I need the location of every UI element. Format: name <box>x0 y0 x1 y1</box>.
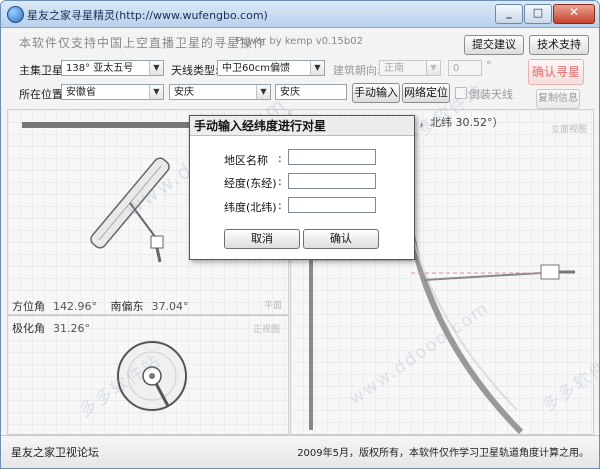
azimuth-readout: 方位角 142.96° 南偏东 37.04° <box>12 298 189 314</box>
southeast-value: 37.04° <box>151 300 189 313</box>
lnb-icon <box>540 264 560 280</box>
province-select-value: 安徽省 <box>66 87 96 98</box>
tech-support-button[interactable]: 技术支持 <box>529 35 589 55</box>
region-name-input[interactable] <box>288 149 376 165</box>
minimize-button[interactable]: _ <box>495 4 523 24</box>
chevron-down-icon: ▼ <box>310 61 324 75</box>
close-icon: ✕ <box>568 5 580 19</box>
dialog-title[interactable]: 手动输入经纬度进行对星 <box>190 116 414 136</box>
confirm-star-button[interactable]: 确认寻星 <box>528 59 584 85</box>
city-select-value: 安庆 <box>174 87 194 98</box>
azimuth-value: 142.96° <box>53 300 97 313</box>
latitude-colon: : <box>278 199 282 212</box>
longitude-input[interactable] <box>288 173 376 189</box>
building-label: 建筑朝向: <box>333 64 381 77</box>
forum-link[interactable]: 星友之家卫视论坛 <box>11 444 99 460</box>
building-select-value: 正南 <box>384 63 404 74</box>
latitude-input[interactable] <box>288 197 376 213</box>
chevron-down-icon: ▼ <box>149 61 163 75</box>
copyright-text: 2009年5月，版权所有，本软件仅作学习卫星轨道角度计算之用。 <box>297 448 589 459</box>
longitude-label: 经度(东经) <box>224 177 277 190</box>
feed-arm <box>423 272 542 281</box>
region-colon: : <box>278 152 282 165</box>
submit-suggestion-button[interactable]: 提交建议 <box>464 35 524 55</box>
antenna-label: 天线类型: <box>171 64 219 77</box>
status-bar: 星友之家卫视论坛 2009年5月，版权所有，本软件仅作学习卫星轨道角度计算之用。 <box>1 435 599 468</box>
location-label: 所在位置: <box>19 88 67 101</box>
province-select[interactable]: 安徽省 ▼ <box>61 84 164 100</box>
minimize-icon: _ <box>506 6 512 19</box>
antenna-select[interactable]: 中卫60cm偏馈 ▼ <box>217 60 325 76</box>
slogan-text: 本软件仅支持中国上空直播卫星的寻星操作 <box>19 36 267 50</box>
antenna-select-value: 中卫60cm偏馈 <box>222 63 290 74</box>
latitude-label: 纬度(北纬) <box>224 201 277 214</box>
chevron-down-icon: ▼ <box>426 61 440 75</box>
ok-button[interactable]: 确认 <box>303 229 379 249</box>
copy-info-button[interactable]: 复制信息 <box>536 89 580 109</box>
building-orientation-select[interactable]: 正南 ▼ <box>379 60 441 76</box>
satellite-label: 主集卫星: <box>19 64 67 77</box>
longitude-colon: : <box>278 175 282 188</box>
plan-view-tag: 平面 <box>263 301 282 311</box>
building-degree-field[interactable]: 0 <box>448 60 482 76</box>
region-name-label: 地区名称 <box>224 154 268 167</box>
place-name-field[interactable]: 安庆 <box>275 84 347 100</box>
maximize-button[interactable]: □ <box>524 4 552 24</box>
degree-unit: ° <box>486 59 492 72</box>
cancel-button[interactable]: 取消 <box>224 229 300 249</box>
version-text: Power by kemp v0.15b02 <box>236 36 363 47</box>
manual-input-button[interactable]: 手动输入 <box>352 83 400 103</box>
window-controls: _ □ ✕ <box>494 4 595 24</box>
southeast-label: 南偏东 <box>110 300 144 313</box>
maximize-icon: □ <box>532 6 544 19</box>
app-window: 星友之家寻星精灵(http://www.wufengbo.com) _ □ ✕ … <box>0 0 600 469</box>
chevron-down-icon: ▼ <box>149 85 163 99</box>
satellite-app-icon <box>7 6 24 23</box>
window-title: 星友之家寻星精灵(http://www.wufengbo.com) <box>27 9 268 22</box>
satellite-select[interactable]: 138° 亚太五号 ▼ <box>61 60 164 76</box>
city-select[interactable]: 安庆 ▼ <box>169 84 271 100</box>
lnb-plan-icon <box>150 235 164 249</box>
close-button[interactable]: ✕ <box>553 4 595 24</box>
lnb-plan-tip <box>155 247 162 263</box>
manual-coordinates-dialog: 手动输入经纬度进行对星 地区名称 : 经度(东经) : 纬度(北纬) : 取消 … <box>189 115 415 260</box>
azimuth-label: 方位角 <box>12 300 45 313</box>
satellite-select-value: 138° 亚太五号 <box>66 63 134 74</box>
title-bar[interactable]: 星友之家寻星精灵(http://www.wufengbo.com) _ □ ✕ <box>1 1 599 28</box>
